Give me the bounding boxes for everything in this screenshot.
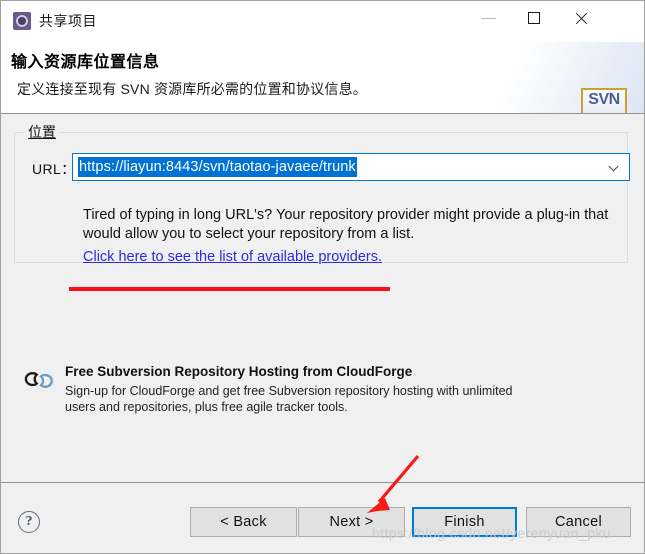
url-hint-text: Tired of typing in long URL's? Your repo… <box>83 207 609 242</box>
minimize-icon <box>481 18 496 19</box>
cloud-icon <box>23 370 59 392</box>
chevron-down-icon[interactable] <box>610 163 619 172</box>
maximize-icon <box>528 12 540 24</box>
page-title: 输入资源库位置信息 <box>11 54 160 71</box>
location-group-legend: 位置 <box>24 122 60 142</box>
maximize-button[interactable] <box>512 1 558 31</box>
help-icon[interactable]: ? <box>18 511 40 533</box>
dialog-button-bar: ? < Back Next > Finish Cancel <box>1 482 644 553</box>
watermark: https://blog.csdn.net/yerenyuan_pku <box>372 525 611 541</box>
title-bar: 共享项目 <box>1 1 644 42</box>
cloudforge-promo-title: Free Subversion Repository Hosting from … <box>65 364 413 379</box>
dialog-body: 位置 URL： https://liayun:8443/svn/taotao-j… <box>1 115 644 482</box>
close-icon <box>575 12 588 25</box>
url-input[interactable]: https://liayun:8443/svn/taotao-javaee/tr… <box>78 157 357 177</box>
share-project-dialog: 共享项目 输入资源库位置信息 定义连接至现有 SVN 资源库所必需的位置和协议信… <box>0 0 645 554</box>
url-highlight-underline <box>69 287 390 291</box>
back-button[interactable]: < Back <box>190 507 297 537</box>
gear-icon <box>13 12 31 30</box>
location-group: 位置 URL： https://liayun:8443/svn/taotao-j… <box>14 122 630 265</box>
wizard-header: 输入资源库位置信息 定义连接至现有 SVN 资源库所必需的位置和协议信息。 SV… <box>1 42 644 114</box>
minimize-button[interactable] <box>466 1 512 31</box>
url-label: URL： <box>32 161 76 177</box>
window-title: 共享项目 <box>39 13 97 29</box>
url-combobox[interactable]: https://liayun:8443/svn/taotao-javaee/tr… <box>72 153 630 181</box>
close-button[interactable] <box>558 1 604 31</box>
svn-banner-icon: SVN <box>579 88 629 113</box>
page-description: 定义连接至现有 SVN 资源库所必需的位置和协议信息。 <box>17 81 367 97</box>
svn-icon-label: SVN <box>588 91 620 108</box>
location-group-legend-text: 位置 <box>28 124 56 140</box>
cloudforge-promo-body: Sign-up for CloudForge and get free Subv… <box>65 384 513 414</box>
available-providers-link[interactable]: Click here to see the list of available … <box>83 249 382 265</box>
